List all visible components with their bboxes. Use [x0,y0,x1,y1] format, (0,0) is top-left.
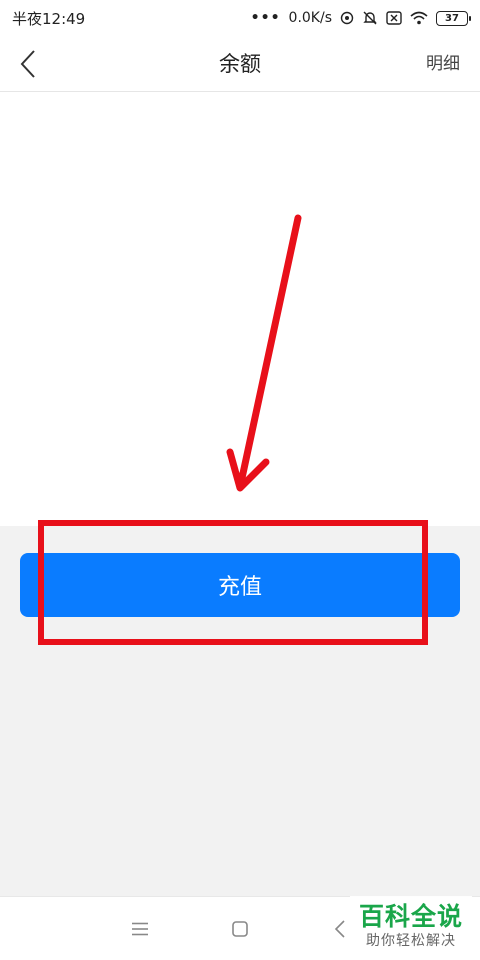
back-button[interactable] [10,46,46,82]
mute-bell-icon [363,11,377,25]
network-speed: 0.0K/s [288,10,332,26]
watermark-subtitle: 助你轻松解决 [366,933,456,949]
menu-icon [132,922,148,936]
top-nav-bar: 余额 明细 [0,36,480,92]
status-bar: 半夜12:49 ••• 0.0K/s 37 [0,0,480,36]
status-time: 半夜12:49 [12,9,86,28]
wifi-icon [410,11,428,25]
no-sim-icon [386,11,402,25]
balance-content-area [0,92,480,526]
battery-icon: 37 [436,10,471,26]
watermark-logo: 百科全说 助你轻松解决 [350,896,472,956]
home-square-icon [232,921,248,937]
status-icons: ••• 0.0K/s 37 [250,10,471,26]
chevron-left-icon [20,50,35,78]
detail-link[interactable]: 明细 [426,36,460,92]
watermark-title: 百科全说 [358,902,463,931]
more-dots-icon: ••• [250,10,281,26]
home-button[interactable] [224,913,256,945]
page-title: 余额 [219,52,261,76]
menu-button[interactable] [124,913,156,945]
hotspot-icon [340,11,354,25]
recharge-button[interactable]: 充值 [20,553,460,617]
nav-back-icon [334,920,345,938]
